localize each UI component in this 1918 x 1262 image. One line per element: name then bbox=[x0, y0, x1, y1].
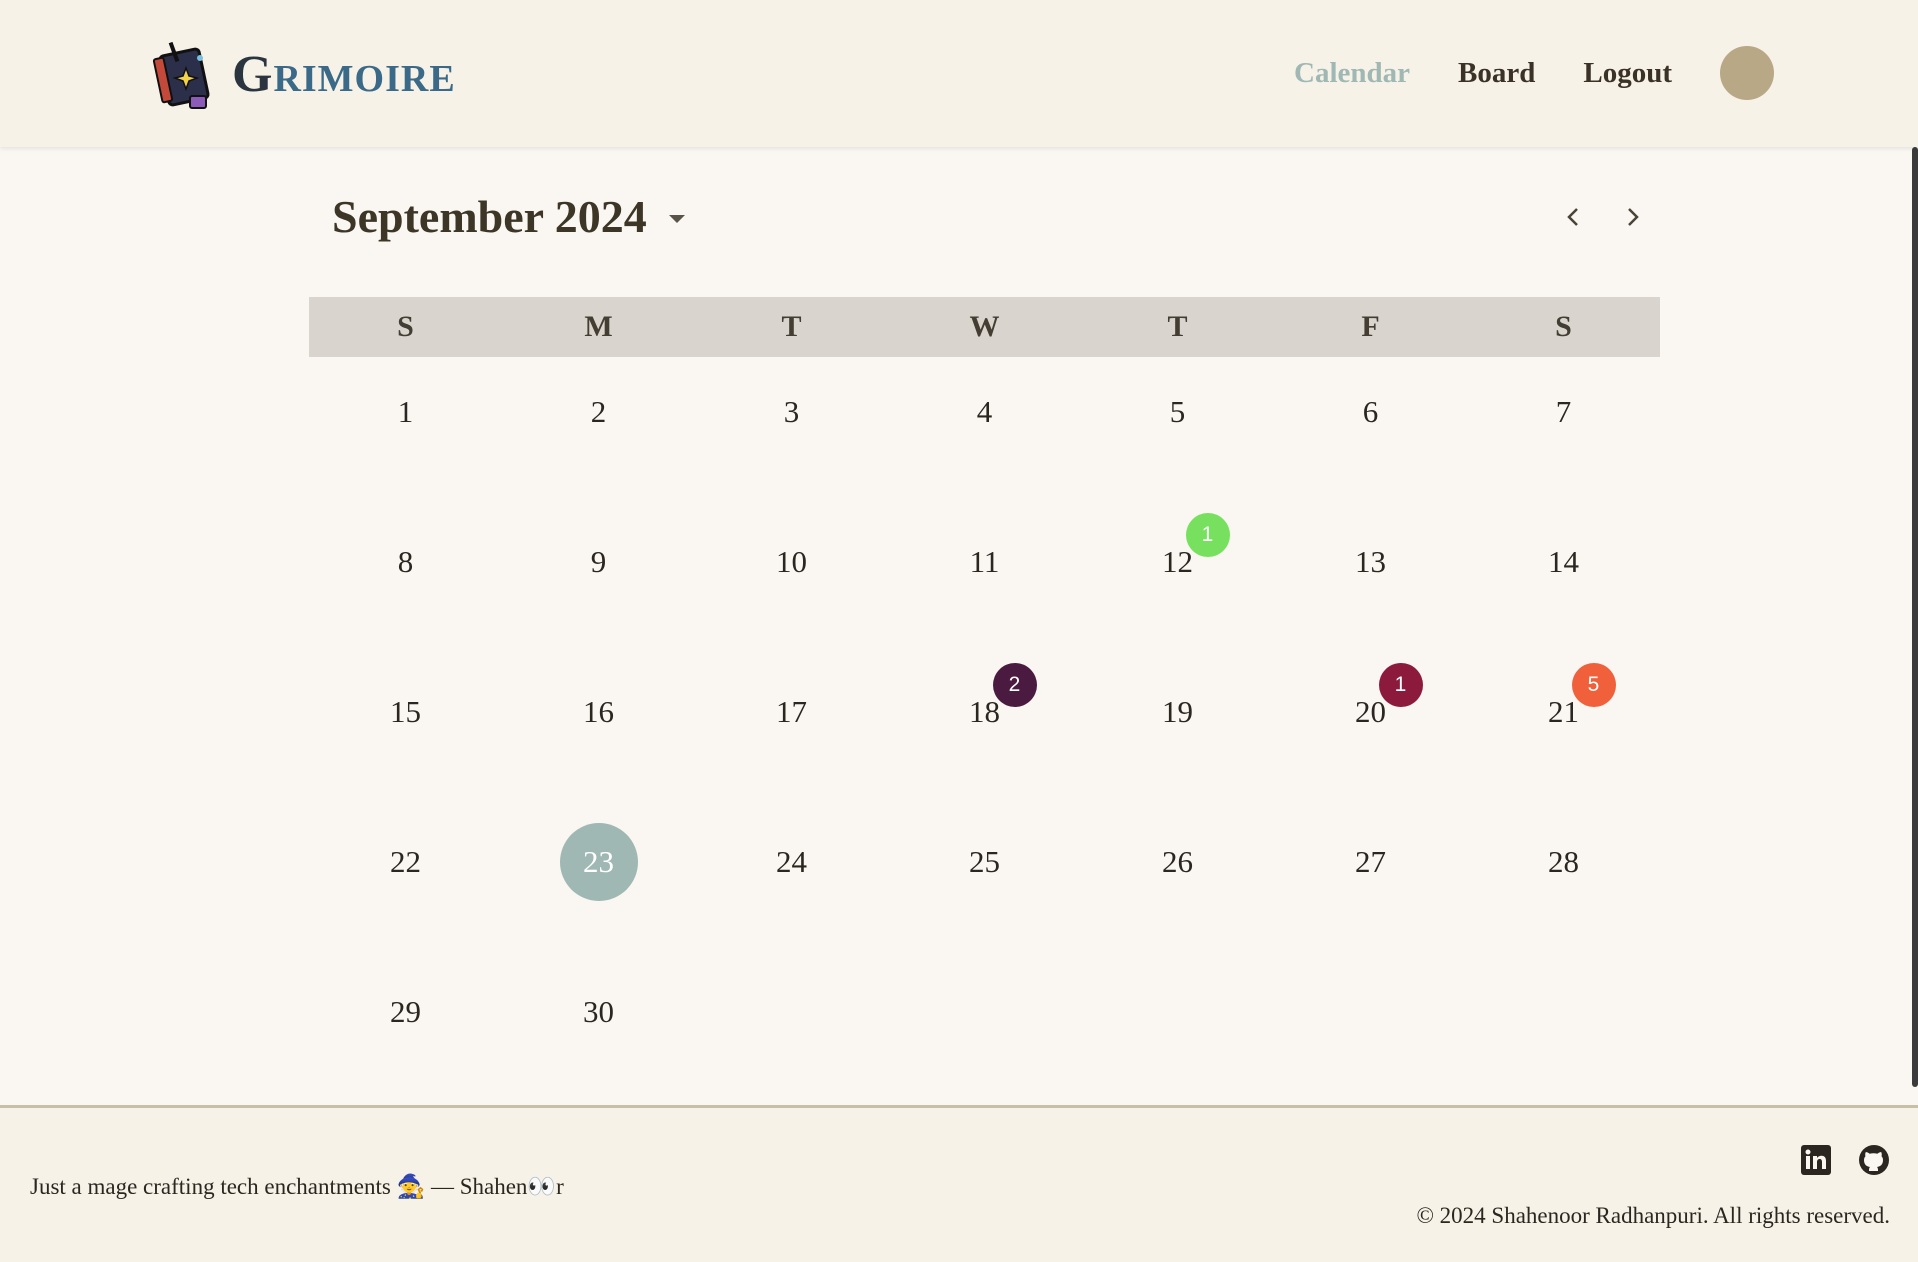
weekday-label: T bbox=[781, 310, 802, 343]
day-cell[interactable]: 17 bbox=[695, 657, 888, 807]
day-number[interactable]: 23 bbox=[559, 823, 638, 901]
nav-logout-link[interactable]: Logout bbox=[1583, 57, 1672, 90]
day-number[interactable]: 30 bbox=[583, 994, 614, 1030]
day-cell[interactable]: 25 bbox=[888, 807, 1081, 957]
day-cell[interactable]: 20 1 bbox=[1274, 657, 1467, 807]
day-number[interactable]: 25 bbox=[969, 844, 1000, 880]
day-number[interactable]: 1 bbox=[398, 394, 414, 430]
app-name-rest: rimoire bbox=[273, 58, 456, 100]
app-logo[interactable]: Grimoire bbox=[150, 38, 456, 112]
day-cell[interactable]: 10 bbox=[695, 507, 888, 657]
day-number[interactable]: 20 bbox=[1355, 694, 1386, 730]
weekday-label: S bbox=[1555, 310, 1572, 343]
event-count-badge[interactable]: 1 bbox=[1378, 663, 1423, 707]
day-cell[interactable]: 28 bbox=[1467, 807, 1660, 957]
day-cell[interactable]: 5 bbox=[1081, 357, 1274, 507]
day-number[interactable]: 5 bbox=[1170, 394, 1186, 430]
day-number[interactable]: 6 bbox=[1363, 394, 1379, 430]
day-number[interactable]: 2 bbox=[591, 394, 607, 430]
day-cell[interactable]: 30 bbox=[502, 957, 695, 1107]
day-cell[interactable]: 13 bbox=[1274, 507, 1467, 657]
day-cell[interactable]: 11 bbox=[888, 507, 1081, 657]
github-icon[interactable] bbox=[1858, 1144, 1890, 1176]
day-number[interactable]: 19 bbox=[1162, 694, 1193, 730]
month-label: September 2024 bbox=[332, 191, 647, 242]
day-cell[interactable]: 1 bbox=[309, 357, 502, 507]
day-cell[interactable]: 15 bbox=[309, 657, 502, 807]
footer-tagline: Just a mage crafting tech enchantments 🧙… bbox=[30, 1174, 564, 1199]
page-scrollbar[interactable] bbox=[1912, 147, 1918, 1087]
day-cell[interactable]: 14 bbox=[1467, 507, 1660, 657]
day-cell[interactable]: 7 bbox=[1467, 357, 1660, 507]
day-number[interactable]: 8 bbox=[398, 544, 414, 580]
weekday-header-row: SMTWTFS bbox=[309, 297, 1660, 357]
day-cell[interactable]: 26 bbox=[1081, 807, 1274, 957]
day-cell[interactable]: 22 bbox=[309, 807, 502, 957]
footer-copyright: © 2024 Shahenoor Radhanpuri. All rights … bbox=[1416, 1203, 1890, 1228]
day-cell[interactable]: 16 bbox=[502, 657, 695, 807]
day-number[interactable]: 9 bbox=[591, 544, 607, 580]
weekday-label: M bbox=[584, 310, 613, 343]
day-cell-today[interactable]: 23 bbox=[502, 807, 695, 957]
day-number[interactable]: 22 bbox=[390, 844, 421, 880]
day-number[interactable]: 11 bbox=[970, 544, 1000, 580]
day-number[interactable]: 15 bbox=[390, 694, 421, 730]
day-cell[interactable]: 29 bbox=[309, 957, 502, 1107]
day-number[interactable]: 12 bbox=[1162, 544, 1193, 580]
day-cell[interactable]: 2 bbox=[502, 357, 695, 507]
weekday-label: W bbox=[969, 310, 1000, 343]
day-number[interactable]: 10 bbox=[776, 544, 807, 580]
day-number[interactable]: 28 bbox=[1548, 844, 1579, 880]
day-cell[interactable]: 6 bbox=[1274, 357, 1467, 507]
day-number[interactable]: 21 bbox=[1548, 694, 1579, 730]
day-number[interactable]: 17 bbox=[776, 694, 807, 730]
calendar-grid: 1 2 3 4 5 6 7 8 9 10 11 12 1 13 14 15 16 17 18 2 19 20 1 21 5 22 2… bbox=[309, 357, 1660, 1107]
chevron-left-icon bbox=[1567, 208, 1578, 226]
day-number[interactable]: 14 bbox=[1548, 544, 1579, 580]
day-cell[interactable]: 19 bbox=[1081, 657, 1274, 807]
day-number[interactable]: 27 bbox=[1355, 844, 1386, 880]
day-cell[interactable]: 8 bbox=[309, 507, 502, 657]
user-avatar[interactable] bbox=[1720, 46, 1774, 100]
app-name-initial: G bbox=[232, 46, 274, 103]
caret-down-icon bbox=[668, 214, 685, 223]
event-count-badge[interactable]: 1 bbox=[1185, 513, 1230, 557]
day-number[interactable]: 3 bbox=[784, 394, 800, 430]
calendar-toolbar: September 2024 bbox=[332, 190, 1662, 250]
day-number[interactable]: 16 bbox=[583, 694, 614, 730]
day-cell[interactable]: 21 5 bbox=[1467, 657, 1660, 807]
day-number[interactable]: 18 bbox=[969, 694, 1000, 730]
main-nav: Calendar Board Logout bbox=[1246, 46, 1774, 100]
nav-calendar-link[interactable]: Calendar bbox=[1294, 57, 1410, 90]
month-selector[interactable]: September 2024 bbox=[332, 190, 685, 243]
event-count-badge[interactable]: 2 bbox=[992, 663, 1037, 707]
next-month-button[interactable] bbox=[1618, 202, 1648, 232]
chevron-right-icon bbox=[1628, 208, 1639, 226]
day-number[interactable]: 4 bbox=[977, 394, 993, 430]
nav-board-link[interactable]: Board bbox=[1458, 57, 1535, 90]
day-number[interactable]: 13 bbox=[1355, 544, 1386, 580]
event-count-badge[interactable]: 5 bbox=[1571, 663, 1616, 707]
linkedin-icon[interactable] bbox=[1800, 1144, 1832, 1176]
top-header: Grimoire Calendar Board Logout bbox=[0, 0, 1918, 147]
app-name: Grimoire bbox=[232, 49, 456, 101]
social-links bbox=[1774, 1144, 1890, 1176]
prev-month-button[interactable] bbox=[1558, 202, 1588, 232]
weekday-label: T bbox=[1167, 310, 1188, 343]
day-number[interactable]: 24 bbox=[776, 844, 807, 880]
weekday-label: S bbox=[397, 310, 414, 343]
day-cell[interactable]: 24 bbox=[695, 807, 888, 957]
day-cell[interactable]: 9 bbox=[502, 507, 695, 657]
day-number[interactable]: 29 bbox=[390, 994, 421, 1030]
day-cell[interactable]: 4 bbox=[888, 357, 1081, 507]
weekday-label: F bbox=[1361, 310, 1380, 343]
day-cell[interactable]: 27 bbox=[1274, 807, 1467, 957]
page-footer: Just a mage crafting tech enchantments 🧙… bbox=[0, 1105, 1918, 1262]
day-cell[interactable]: 3 bbox=[695, 357, 888, 507]
day-number[interactable]: 26 bbox=[1162, 844, 1193, 880]
day-number[interactable]: 7 bbox=[1556, 394, 1572, 430]
spellbook-icon bbox=[152, 41, 210, 109]
day-cell[interactable]: 18 2 bbox=[888, 657, 1081, 807]
day-cell[interactable]: 12 1 bbox=[1081, 507, 1274, 657]
